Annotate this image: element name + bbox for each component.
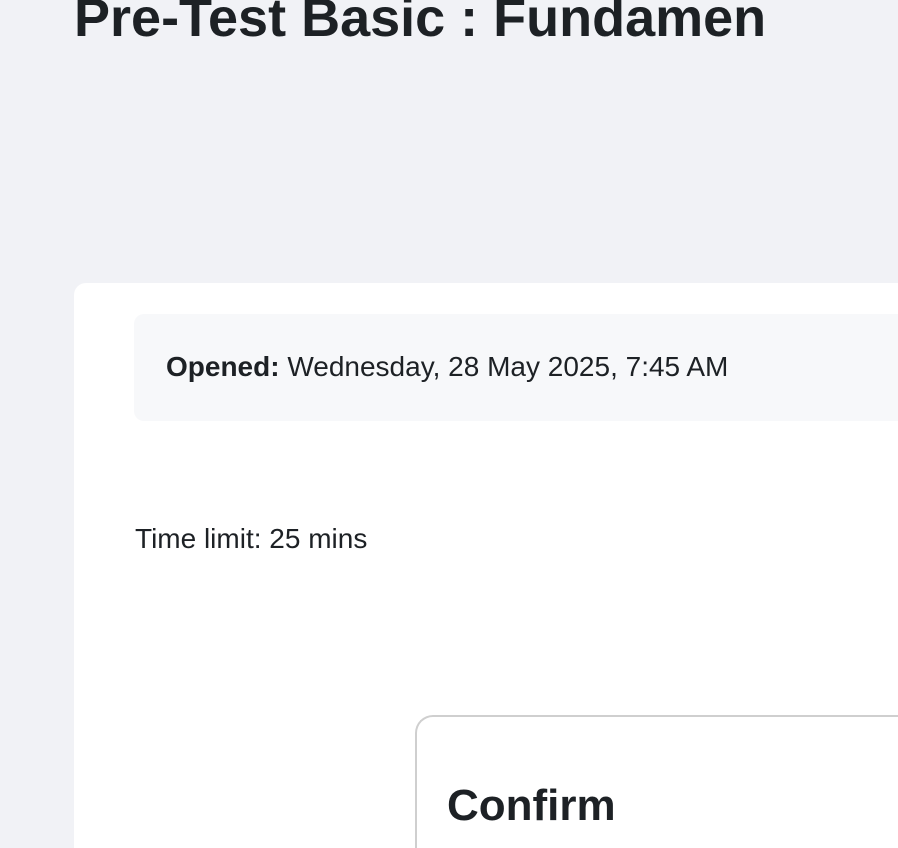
confirm-dialog: Confirm: [415, 715, 898, 848]
quiz-info-card: Opened: Wednesday, 28 May 2025, 7:45 AM …: [74, 283, 898, 848]
opened-info-box: Opened: Wednesday, 28 May 2025, 7:45 AM: [134, 314, 898, 421]
dialog-title: Confirm: [447, 781, 616, 830]
opened-label: Opened:: [166, 351, 280, 382]
opened-info: Opened: Wednesday, 28 May 2025, 7:45 AM: [166, 351, 886, 383]
page-title: Pre-Test Basic : Fundamen: [74, 0, 767, 48]
opened-value: Wednesday, 28 May 2025, 7:45 AM: [287, 351, 729, 382]
time-limit: Time limit: 25 mins: [135, 523, 368, 554]
